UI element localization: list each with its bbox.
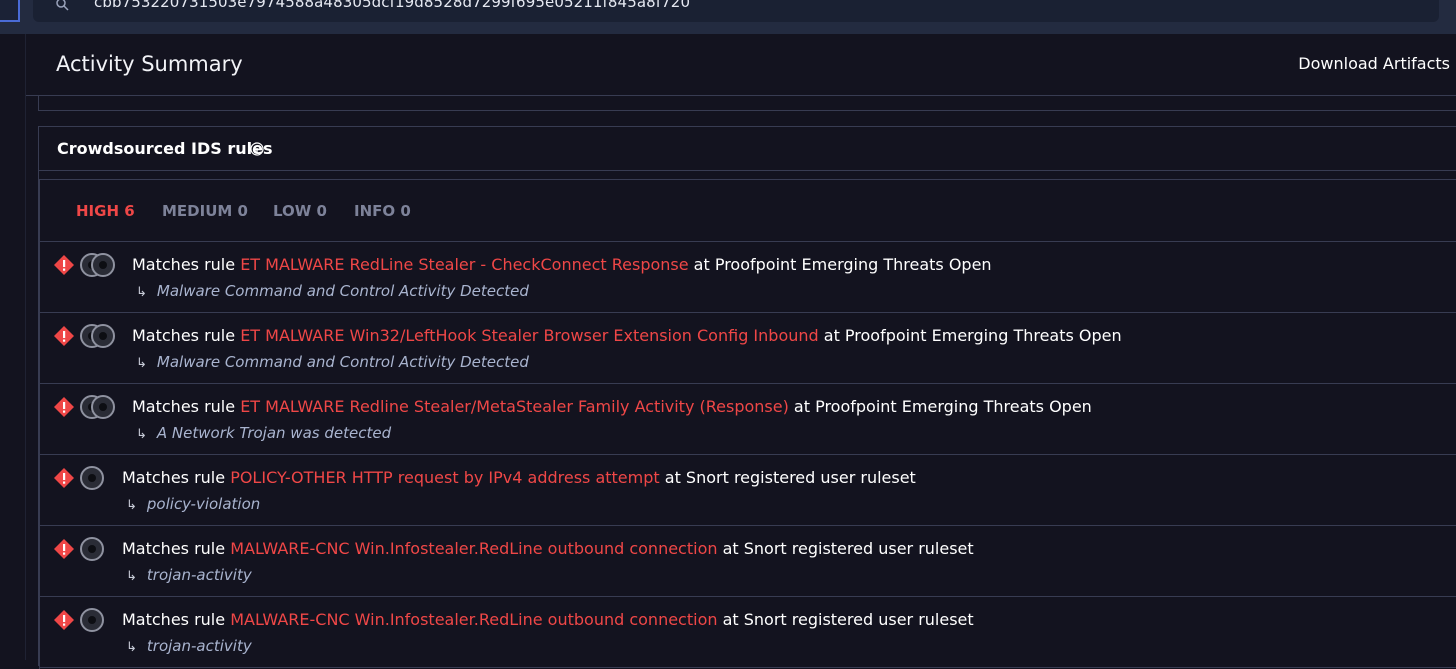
rule-row: Matches rule MALWARE-CNC Win.Infostealer… bbox=[40, 597, 1456, 668]
ids-rules-title: Crowdsourced IDS rules bbox=[57, 139, 273, 158]
rule-description-text: Malware Command and Control Activity Det… bbox=[156, 282, 529, 300]
avatar[interactable] bbox=[91, 324, 115, 348]
rules-list: Matches rule ET MALWARE RedLine Stealer … bbox=[40, 242, 1456, 668]
nav-toggle[interactable] bbox=[0, 0, 20, 22]
match-prefix: Matches rule bbox=[122, 610, 231, 629]
rule-description: ↳ trojan-activity bbox=[126, 566, 252, 584]
rule-description: ↳ Malware Command and Control Activity De… bbox=[136, 353, 529, 371]
rule-source: at Proofpoint Emerging Threats Open bbox=[788, 397, 1092, 416]
rule-row: Matches rule ET MALWARE RedLine Stealer … bbox=[40, 242, 1456, 313]
rule-source: at Proofpoint Emerging Threats Open bbox=[818, 326, 1122, 345]
avatar[interactable] bbox=[80, 466, 104, 490]
rule-source: at Snort registered user ruleset bbox=[717, 610, 974, 629]
match-prefix: Matches rule bbox=[132, 397, 241, 416]
rule-name-link[interactable]: ET MALWARE Win32/LeftHook Stealer Browse… bbox=[240, 326, 818, 345]
sub-arrow-icon: ↳ bbox=[136, 427, 147, 442]
tab-info[interactable]: INFO 0 bbox=[354, 202, 411, 220]
sub-arrow-icon: ↳ bbox=[126, 569, 137, 584]
rule-match-line: Matches rule ET MALWARE Win32/LeftHook S… bbox=[132, 326, 1122, 345]
rule-name-link[interactable]: MALWARE-CNC Win.Infostealer.RedLine outb… bbox=[230, 539, 717, 558]
rule-source: at Snort registered user ruleset bbox=[659, 468, 916, 487]
rule-row: Matches rule ET MALWARE Win32/LeftHook S… bbox=[40, 313, 1456, 384]
rule-name-link[interactable]: ET MALWARE Redline Stealer/MetaStealer F… bbox=[240, 397, 789, 416]
rule-description: ↳ A Network Trojan was detected bbox=[136, 424, 391, 442]
rule-name-link[interactable]: POLICY-OTHER HTTP request by IPv4 addres… bbox=[230, 468, 659, 487]
ids-rules-header: Crowdsourced IDS rules bbox=[39, 127, 1456, 171]
sub-arrow-icon: ↳ bbox=[136, 285, 147, 300]
search-icon bbox=[56, 0, 69, 11]
rule-match-line: Matches rule ET MALWARE RedLine Stealer … bbox=[132, 255, 992, 274]
match-prefix: Matches rule bbox=[122, 468, 231, 487]
alert-icon bbox=[54, 610, 74, 630]
divider bbox=[38, 110, 1456, 111]
alert-icon bbox=[54, 326, 74, 346]
top-bar: cbb753220731503e7974588a48305dcf19d8528d… bbox=[0, 0, 1456, 34]
page-title: Activity Summary bbox=[56, 52, 243, 76]
sub-arrow-icon: ↳ bbox=[126, 640, 137, 655]
alert-icon bbox=[54, 468, 74, 488]
rule-name-link[interactable]: MALWARE-CNC Win.Infostealer.RedLine outb… bbox=[230, 610, 717, 629]
rule-description-text: A Network Trojan was detected bbox=[156, 424, 392, 442]
match-prefix: Matches rule bbox=[132, 326, 241, 345]
rule-description: ↳ Malware Command and Control Activity De… bbox=[136, 282, 529, 300]
rule-row: Matches rule POLICY-OTHER HTTP request b… bbox=[40, 455, 1456, 526]
sub-arrow-icon: ↳ bbox=[126, 498, 137, 513]
rule-description: ↳ policy-violation bbox=[126, 495, 260, 513]
rule-source: at Snort registered user ruleset bbox=[717, 539, 974, 558]
match-prefix: Matches rule bbox=[132, 255, 241, 274]
rule-match-line: Matches rule ET MALWARE Redline Stealer/… bbox=[132, 397, 1092, 416]
tab-medium[interactable]: MEDIUM 0 bbox=[162, 202, 248, 220]
rule-description-text: trojan-activity bbox=[146, 566, 252, 584]
sub-arrow-icon: ↳ bbox=[136, 356, 147, 371]
rule-match-line: Matches rule MALWARE-CNC Win.Infostealer… bbox=[122, 539, 974, 558]
ids-rules-card: Crowdsourced IDS rules HIGH 6 MEDIUM 0 L… bbox=[38, 126, 1456, 669]
rule-description: ↳ trojan-activity bbox=[126, 637, 252, 655]
avatar[interactable] bbox=[91, 253, 115, 277]
rule-match-line: Matches rule MALWARE-CNC Win.Infostealer… bbox=[122, 610, 974, 629]
sidebar-divider bbox=[25, 34, 26, 660]
rule-match-line: Matches rule POLICY-OTHER HTTP request b… bbox=[122, 468, 916, 487]
rule-description-text: policy-violation bbox=[146, 495, 261, 513]
rule-source: at Proofpoint Emerging Threats Open bbox=[688, 255, 992, 274]
rule-description-text: trojan-activity bbox=[146, 637, 252, 655]
page-header: Activity Summary Download Artifacts bbox=[26, 34, 1456, 96]
alert-icon bbox=[54, 255, 74, 275]
tab-high[interactable]: HIGH 6 bbox=[76, 202, 135, 220]
rule-name-link[interactable]: ET MALWARE RedLine Stealer - CheckConnec… bbox=[240, 255, 688, 274]
match-prefix: Matches rule bbox=[122, 539, 231, 558]
alert-icon bbox=[54, 539, 74, 559]
rule-row: Matches rule MALWARE-CNC Win.Infostealer… bbox=[40, 526, 1456, 597]
avatar[interactable] bbox=[80, 537, 104, 561]
severity-tabs: HIGH 6 MEDIUM 0 LOW 0 INFO 0 bbox=[40, 180, 1456, 242]
tab-low[interactable]: LOW 0 bbox=[273, 202, 327, 220]
ids-rules-panel: HIGH 6 MEDIUM 0 LOW 0 INFO 0 Matches rul… bbox=[39, 179, 1456, 669]
alert-icon bbox=[54, 397, 74, 417]
rule-row: Matches rule ET MALWARE Redline Stealer/… bbox=[40, 384, 1456, 455]
info-icon[interactable] bbox=[250, 142, 264, 156]
avatar[interactable] bbox=[91, 395, 115, 419]
rule-description-text: Malware Command and Control Activity Det… bbox=[156, 353, 529, 371]
avatar[interactable] bbox=[80, 608, 104, 632]
divider bbox=[38, 96, 39, 110]
download-artifacts-button[interactable]: Download Artifacts bbox=[1298, 54, 1450, 73]
search-input[interactable]: cbb753220731503e7974588a48305dcf19d8528d… bbox=[94, 0, 690, 11]
